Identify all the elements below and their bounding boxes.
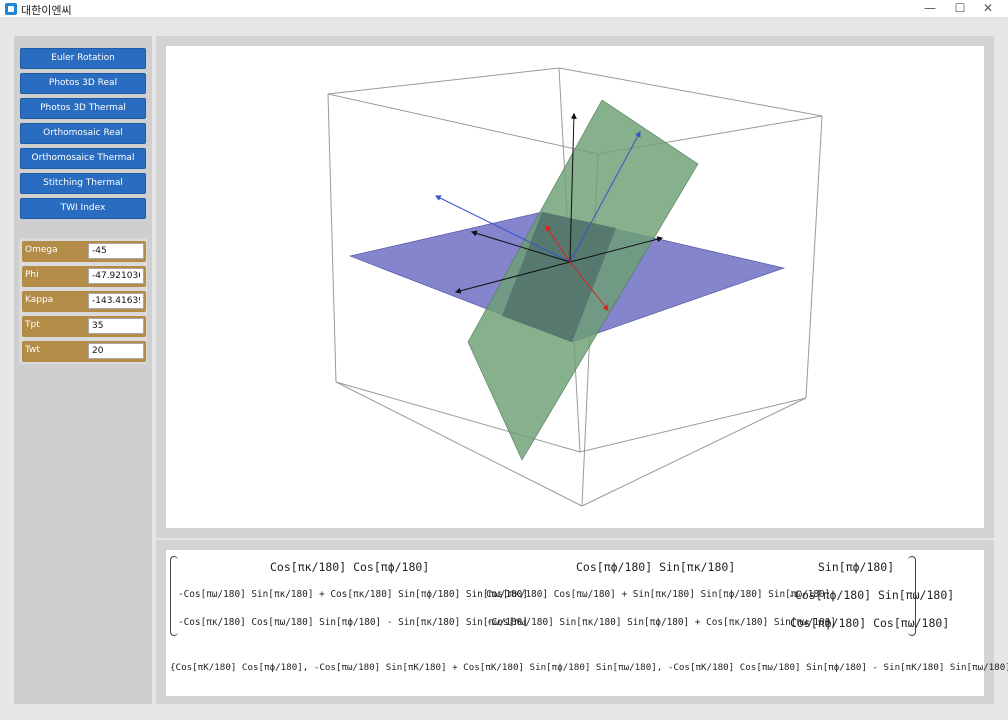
stitching-thermal-button[interactable]: Stitching Thermal: [20, 173, 146, 194]
param-label: Twt: [25, 345, 40, 355]
orthomosaic-real-button[interactable]: Orthomosaic Real: [20, 123, 146, 144]
param-kappa: Kappa: [22, 291, 146, 312]
param-omega: Omega: [22, 241, 146, 262]
matrix-cell: Cos[πκ/180] Cos[πϕ/180]: [270, 560, 430, 574]
left-panel: Euler Rotation Photos 3D Real Photos 3D …: [14, 36, 152, 704]
phi-input[interactable]: [88, 268, 144, 284]
param-label: Kappa: [25, 295, 54, 305]
window-title: 대한이엔씨: [21, 4, 72, 17]
omega-input[interactable]: [88, 243, 144, 259]
param-label: Phi: [25, 270, 39, 280]
3d-scene[interactable]: [166, 46, 984, 528]
param-tpt: Tpt: [22, 316, 146, 337]
param-label: Tpt: [25, 320, 40, 330]
matrix-cell: Cos[πϕ/180] Sin[πκ/180]: [576, 560, 736, 574]
parameter-panel: Omega Phi Kappa Tpt Twt: [19, 238, 147, 364]
matrix-cell: Sin[πϕ/180]: [818, 560, 895, 574]
param-phi: Phi: [22, 266, 146, 287]
matrix-cell: -Cos[πω/180] Sin[πκ/180] Sin[πϕ/180] + C…: [486, 617, 836, 628]
matrix-cell: -Cos[πϕ/180] Sin[πω/180]: [788, 588, 955, 602]
3d-viewport[interactable]: [166, 46, 984, 528]
title-bar: 대한이엔씨 — ☐ ✕: [0, 0, 1008, 18]
matrix-cell: Cos[πκ/180] Cos[πω/180] + Sin[πκ/180] Si…: [486, 589, 831, 600]
twi-index-button[interactable]: TWI Index: [20, 198, 146, 219]
close-button[interactable]: ✕: [968, 0, 1008, 18]
photos-3d-thermal-button[interactable]: Photos 3D Thermal: [20, 98, 146, 119]
photos-3d-real-button[interactable]: Photos 3D Real: [20, 73, 146, 94]
euler-rotation-button[interactable]: Euler Rotation: [20, 48, 146, 69]
app-icon: [5, 3, 17, 15]
tpt-input[interactable]: [88, 318, 144, 334]
matrix-cell: -Cos[πκ/180] Cos[πω/180] Sin[πϕ/180] - S…: [178, 617, 528, 628]
result-vector: {Cos[πK/180] Cos[πϕ/180], -Cos[πω/180] S…: [170, 662, 1008, 673]
twt-input[interactable]: [88, 343, 144, 359]
orthomosaic-thermal-button[interactable]: Orthomosaice Thermal: [20, 148, 146, 169]
matrix-cell: -Cos[πω/180] Sin[πκ/180] + Cos[πκ/180] S…: [178, 589, 528, 600]
kappa-input[interactable]: [88, 293, 144, 309]
formula-output: Cos[πκ/180] Cos[πϕ/180] Cos[πϕ/180] Sin[…: [166, 550, 1008, 696]
param-twt: Twt: [22, 341, 146, 362]
matrix-cell: Cos[πϕ/180] Cos[πω/180]: [790, 616, 950, 630]
param-label: Omega: [25, 245, 58, 255]
matrix-left-paren: [170, 556, 178, 636]
